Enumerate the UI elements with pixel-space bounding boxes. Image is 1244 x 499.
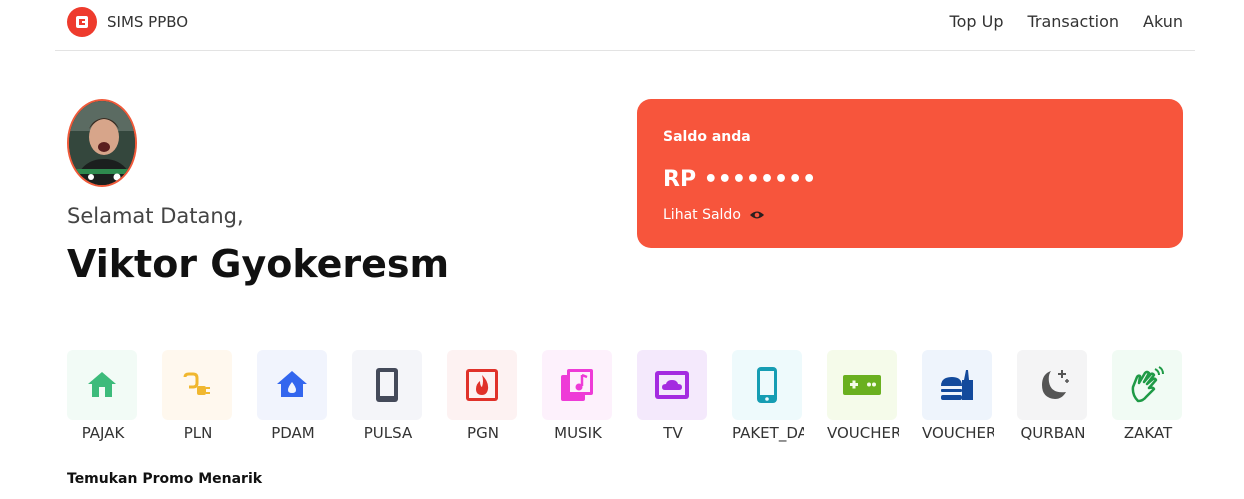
profile-section (67, 99, 137, 187)
service-label: PLN (183, 424, 213, 442)
service-tile (922, 350, 992, 420)
eye-icon (749, 211, 764, 219)
smartphone-icon (757, 367, 777, 403)
brand-logo-icon (67, 7, 97, 37)
gamepad-icon (843, 375, 881, 395)
service-tile (352, 350, 422, 420)
service-tv[interactable]: TV (637, 350, 732, 442)
services-grid: PAJAK PLN PDAM PULSA PGN MUSIK TV PAKET_… (67, 350, 1207, 442)
service-label: VOUCHER (922, 424, 994, 442)
service-musik[interactable]: MUSIK (542, 350, 637, 442)
nav-link-transaction[interactable]: Transaction (1027, 12, 1119, 31)
service-voucher-game[interactable]: VOUCHER (827, 350, 922, 442)
service-tile (257, 350, 327, 420)
service-label: TV (663, 424, 683, 442)
nav-link-akun[interactable]: Akun (1143, 12, 1183, 31)
service-label: PAJAK (81, 424, 125, 442)
moon-star-icon (1042, 370, 1069, 399)
water-house-icon (277, 371, 307, 397)
show-balance-label: Lihat Saldo (663, 207, 741, 223)
phone-icon (376, 368, 398, 402)
house-icon (88, 372, 116, 397)
service-voucher-makanan[interactable]: VOUCHER (922, 350, 1017, 442)
clap-hands-icon (1131, 366, 1164, 403)
service-qurban[interactable]: QURBAN (1017, 350, 1112, 442)
plug-icon (183, 372, 210, 395)
food-icon (941, 370, 973, 400)
balance-value: RP •••••••• (663, 167, 817, 192)
service-tile (827, 350, 897, 420)
service-label: ZAKAT (1123, 424, 1173, 442)
brand[interactable]: SIMS PPBO (67, 7, 188, 37)
service-pajak[interactable]: PAJAK (67, 350, 162, 442)
service-tile (1112, 350, 1182, 420)
music-library-icon (561, 369, 593, 401)
service-pgn[interactable]: PGN (447, 350, 542, 442)
brand-name: SIMS PPBO (107, 13, 189, 31)
balance-card: Saldo anda RP •••••••• Lihat Saldo (637, 99, 1183, 248)
service-pln[interactable]: PLN (162, 350, 257, 442)
service-label: PAKET_DATA (732, 424, 804, 442)
user-name: Viktor Gyokeresm (67, 242, 450, 286)
service-label: PGN (467, 424, 499, 442)
navbar: SIMS PPBO Top Up Transaction Akun (55, 0, 1195, 51)
show-balance-toggle[interactable]: Lihat Saldo (663, 207, 765, 223)
service-pulsa[interactable]: PULSA (352, 350, 447, 442)
service-tile (447, 350, 517, 420)
service-label: PULSA (363, 424, 413, 442)
service-tile (67, 350, 137, 420)
service-label: MUSIK (554, 424, 602, 442)
avatar (67, 99, 137, 187)
service-zakat[interactable]: ZAKAT (1112, 350, 1207, 442)
service-tile (637, 350, 707, 420)
balance-label: Saldo anda (663, 129, 751, 145)
service-pdam[interactable]: PDAM (257, 350, 352, 442)
nav-links: Top Up Transaction Akun (950, 12, 1183, 31)
promo-section-title: Temukan Promo Menarik (67, 471, 263, 487)
tv-cloud-icon (655, 371, 689, 399)
service-paket-data[interactable]: PAKET_DATA (732, 350, 827, 442)
service-tile (1017, 350, 1087, 420)
service-label: QURBAN (1020, 424, 1086, 442)
welcome-text: Selamat Datang, (67, 204, 244, 228)
service-tile (162, 350, 232, 420)
service-tile (732, 350, 802, 420)
fire-icon (466, 369, 498, 401)
service-label: PDAM (271, 424, 315, 442)
service-label: VOUCHER (827, 424, 899, 442)
nav-link-top-up[interactable]: Top Up (950, 12, 1004, 31)
service-tile (542, 350, 612, 420)
